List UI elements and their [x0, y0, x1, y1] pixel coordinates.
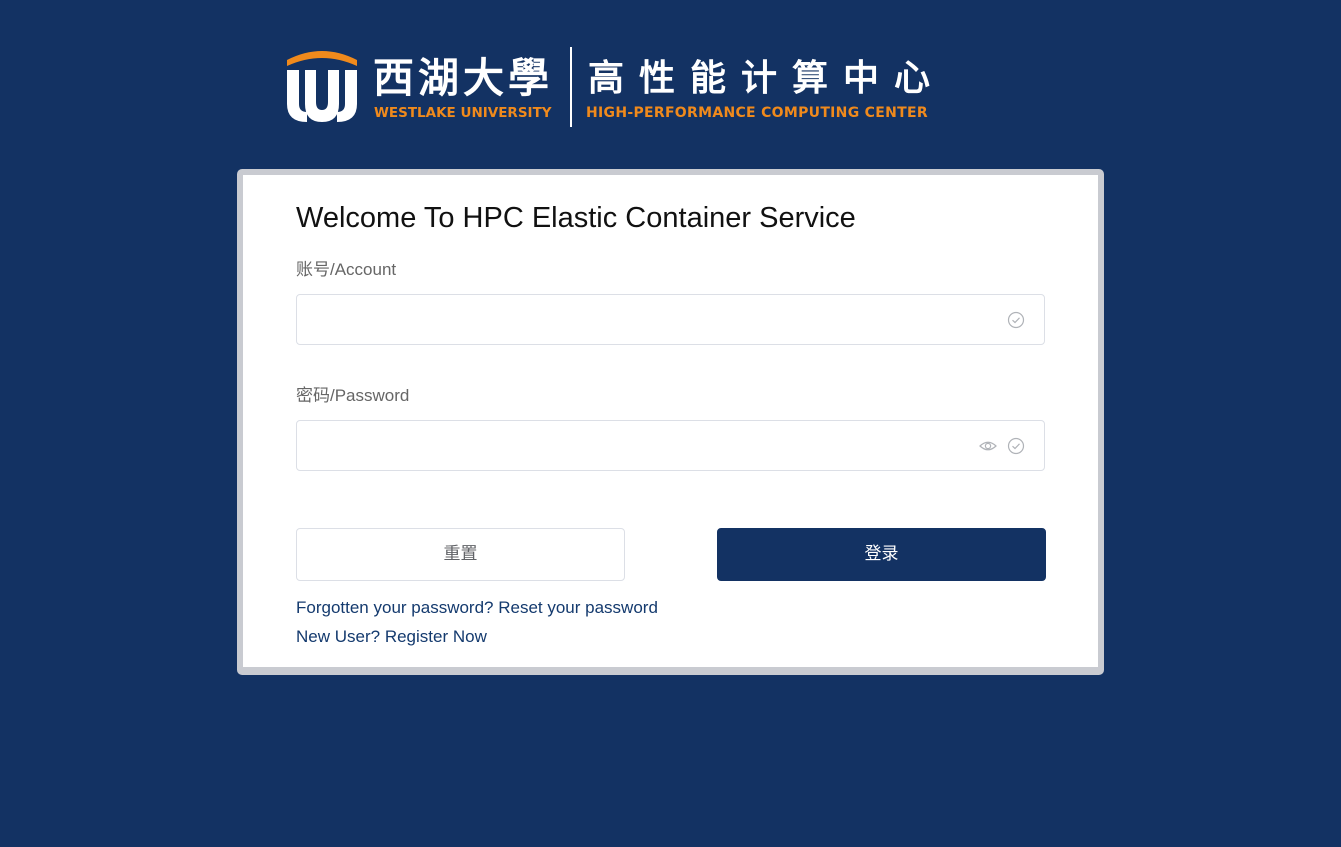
new-user-text[interactable]: New User?: [296, 627, 385, 646]
login-form: Welcome To HPC Elastic Container Service…: [243, 175, 1098, 667]
eye-icon[interactable]: [979, 437, 997, 455]
circle-check-icon: [1007, 311, 1025, 329]
reset-password-link[interactable]: Reset your password: [498, 598, 658, 617]
forgot-password-text[interactable]: Forgotten your password?: [296, 598, 498, 617]
forgot-password-row: Forgotten your password? Reset your pass…: [296, 598, 658, 618]
page-title: Welcome To HPC Elastic Container Service: [296, 202, 856, 234]
password-label: 密码/Password: [296, 386, 410, 405]
register-link[interactable]: Register Now: [385, 627, 487, 646]
login-button[interactable]: 登录: [717, 528, 1046, 581]
westlake-university-logo-icon: [287, 51, 357, 122]
reset-button[interactable]: 重置: [296, 528, 625, 581]
account-input[interactable]: [309, 295, 969, 344]
account-field-wrapper[interactable]: [296, 294, 1045, 345]
circle-check-icon: [1007, 437, 1025, 455]
university-name-en: WESTLAKE UNIVERSITY: [374, 105, 552, 121]
center-name-cn: 高性能计算中心: [588, 57, 946, 99]
login-card: Welcome To HPC Elastic Container Service…: [237, 169, 1104, 675]
password-input[interactable]: [309, 421, 969, 470]
password-field-wrapper[interactable]: [296, 420, 1045, 471]
university-name-cn: 西湖大學: [373, 54, 553, 102]
register-row: New User? Register Now: [296, 627, 487, 647]
header-logo: 西湖大學 WESTLAKE UNIVERSITY 高性能计算中心 HIGH-PE…: [283, 44, 983, 130]
account-label: 账号/Account: [296, 260, 397, 279]
logo-divider: [570, 47, 572, 127]
center-name-en: HIGH-PERFORMANCE COMPUTING CENTER: [586, 105, 928, 121]
